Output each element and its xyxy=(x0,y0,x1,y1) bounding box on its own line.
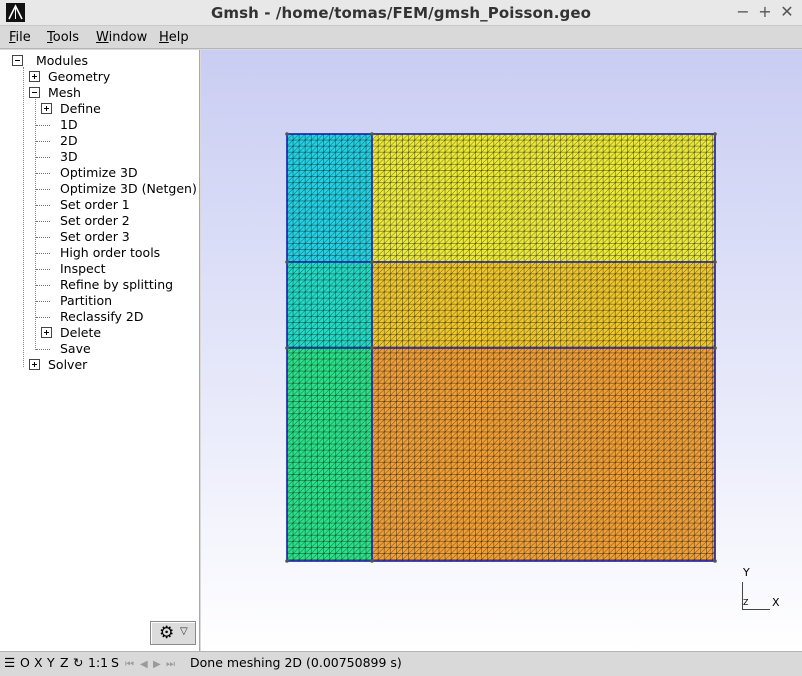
tree-item-label: Partition xyxy=(60,293,113,308)
scale-reset-button[interactable]: 1:1 xyxy=(88,655,108,671)
settings-button[interactable]: ⚙ ▽ xyxy=(150,621,196,645)
tree-item-label: Define xyxy=(60,101,101,116)
tree-dash xyxy=(36,349,50,350)
expand-icon[interactable] xyxy=(29,359,40,370)
chevron-down-icon: ▽ xyxy=(180,626,188,637)
last-step-icon[interactable]: ⏭ xyxy=(166,657,175,673)
mesh-canvas[interactable] xyxy=(201,50,802,651)
tree-connector xyxy=(23,67,24,367)
gear-icon: ⚙ xyxy=(159,623,175,643)
tree-item-label: High order tools xyxy=(60,245,161,260)
view-x-button[interactable]: X xyxy=(34,655,43,671)
tree-connector xyxy=(35,99,36,350)
message-console-icon[interactable]: ☰ xyxy=(4,655,15,671)
collapse-icon[interactable] xyxy=(12,55,23,66)
menu-tools[interactable]: Tools xyxy=(47,30,79,45)
maximize-button[interactable]: + xyxy=(756,3,774,21)
axis-x-label: X xyxy=(772,596,780,609)
tree-item-label: Save xyxy=(60,341,91,356)
axis-y-label: Y xyxy=(743,566,750,579)
previous-step-icon[interactable]: ◀ xyxy=(140,657,148,673)
view-y-button[interactable]: Y xyxy=(47,655,55,671)
tree-dash xyxy=(36,253,50,254)
tree-dash xyxy=(36,141,50,142)
expand-icon[interactable] xyxy=(41,103,52,114)
first-step-icon[interactable]: ⏮ xyxy=(125,657,134,673)
tree-dash xyxy=(36,125,50,126)
tree-item-label: Modules xyxy=(36,53,88,68)
tree-dash xyxy=(36,221,50,222)
tree-item-label: Delete xyxy=(60,325,102,340)
status-message: Done meshing 2D (0.00750899 s) xyxy=(190,655,402,670)
tree-dash xyxy=(36,269,50,270)
tree-item-label: Reclassify 2D xyxy=(60,309,144,324)
tree-item-label: Mesh xyxy=(48,85,81,100)
tree-dash xyxy=(36,205,50,206)
view-z-button[interactable]: Z xyxy=(60,655,69,671)
tree-item-label: Solver xyxy=(48,357,88,372)
menu-bar: File Tools Window Help xyxy=(0,27,802,49)
tree-dash xyxy=(36,189,50,190)
rotate-icon[interactable]: ↻ xyxy=(73,655,83,671)
tree-item-label: Optimize 3D (Netgen) xyxy=(60,181,197,196)
tree-dash xyxy=(36,285,50,286)
tree-item-label: 1D xyxy=(60,117,78,132)
tree-item-label: Optimize 3D xyxy=(60,165,138,180)
collapse-icon[interactable] xyxy=(29,87,40,98)
tree-item-label: Set order 3 xyxy=(60,229,130,244)
status-bar: ☰ O X Y Z ↻ 1:1 S ⏮ ◀ ▶ ⏭ Done meshing 2… xyxy=(0,651,802,676)
tree-dash xyxy=(36,173,50,174)
tree-item-label: Set order 2 xyxy=(60,213,130,228)
graphics-viewport[interactable]: Y Z X xyxy=(201,50,802,651)
tree-item-label: 2D xyxy=(60,133,78,148)
select-button[interactable]: S xyxy=(111,655,119,671)
axis-x-line xyxy=(742,609,770,610)
close-button[interactable]: ✕ xyxy=(778,3,796,21)
tree-item-label: Set order 1 xyxy=(60,197,130,212)
play-icon[interactable]: ▶ xyxy=(153,657,161,673)
expand-icon[interactable] xyxy=(29,71,40,82)
menu-help[interactable]: Help xyxy=(159,30,189,45)
menu-file[interactable]: File xyxy=(9,30,31,45)
axes-indicator: Y Z X xyxy=(737,564,787,614)
tree-item-label: Geometry xyxy=(48,69,111,84)
axis-z-label: Z xyxy=(743,598,749,607)
tree-dash xyxy=(36,157,50,158)
tree-item-label: Inspect xyxy=(60,261,106,276)
tree-dash xyxy=(36,237,50,238)
tree-dash xyxy=(36,301,50,302)
window-title: Gmsh - /home/tomas/FEM/gmsh_Poisson.geo xyxy=(210,4,592,22)
tree-item-label: 3D xyxy=(60,149,78,164)
title-bar: Gmsh - /home/tomas/FEM/gmsh_Poisson.geo … xyxy=(0,0,802,26)
menu-window[interactable]: Window xyxy=(96,30,147,45)
origin-button[interactable]: O xyxy=(20,655,30,671)
minimize-button[interactable]: − xyxy=(734,3,752,21)
module-tree: Modules Geometry Mesh Define 1D 2D 3D Op… xyxy=(0,50,200,651)
expand-icon[interactable] xyxy=(41,327,52,338)
tree-item-label: Refine by splitting xyxy=(60,277,174,292)
tree-dash xyxy=(36,317,50,318)
